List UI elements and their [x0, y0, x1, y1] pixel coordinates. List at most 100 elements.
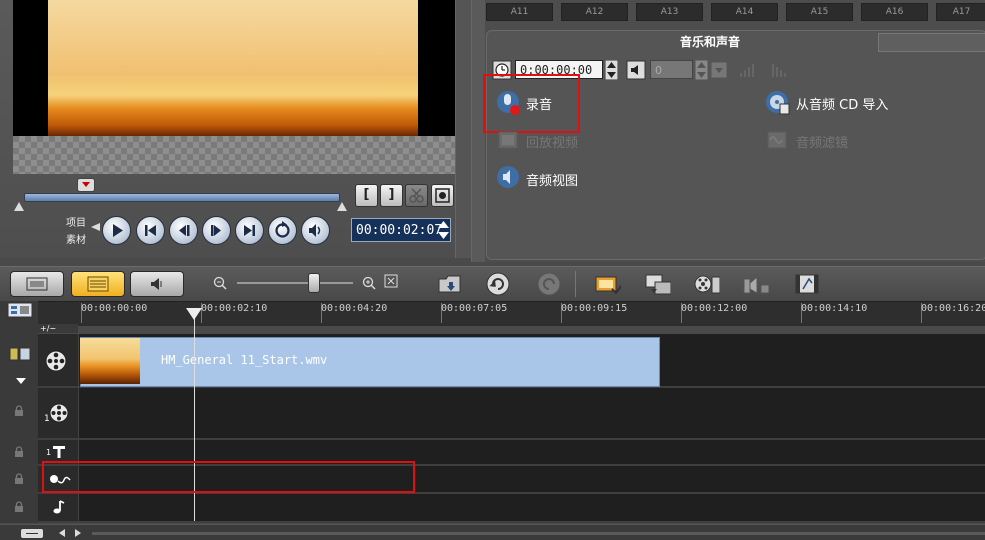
skip-end-icon	[244, 225, 255, 236]
trim-end-handle[interactable]	[337, 202, 347, 211]
panel-scrollbar[interactable]	[878, 33, 985, 52]
music-track[interactable]	[38, 494, 985, 523]
timeline-icon	[87, 276, 109, 292]
timeline-view-button[interactable]	[71, 271, 125, 297]
duration-spinner-icon[interactable]	[605, 60, 618, 80]
ruler-label: 00:00:12:00	[681, 303, 748, 314]
scroll-right-icon[interactable]	[73, 528, 83, 538]
zoom-in-icon[interactable]	[362, 276, 376, 290]
music-lock-icon[interactable]	[13, 501, 25, 513]
go-to-end-button[interactable]	[235, 216, 264, 245]
timecode-spinner-icon[interactable]	[437, 219, 450, 241]
batch-convert-icon[interactable]	[643, 271, 671, 297]
step-back-icon	[179, 225, 190, 236]
volume-spinner-icon[interactable]	[695, 60, 708, 80]
playback-video-button: 回放视频	[526, 136, 579, 151]
storyboard-icon	[26, 277, 48, 291]
play-icon	[113, 224, 123, 237]
overlay-lock-icon[interactable]	[13, 405, 25, 417]
storyboard-view-button[interactable]	[10, 271, 64, 297]
mark-out-button[interactable]: ]	[380, 184, 403, 207]
snapshot-icon[interactable]	[431, 184, 454, 207]
track-tab[interactable]: A14	[711, 3, 778, 21]
scroll-left-icon[interactable]	[57, 528, 67, 538]
ruler-label: 00:00:07:05	[441, 303, 508, 314]
highlight-box	[483, 74, 580, 133]
preview-frame	[48, 0, 418, 136]
volume-button[interactable]	[301, 216, 330, 245]
speaker-view-icon	[151, 278, 162, 290]
mix-tracks-icon[interactable]	[692, 271, 720, 297]
ruler-label: 00:00:16:20	[921, 303, 985, 314]
zoom-slider-handle[interactable]	[308, 273, 320, 293]
scrubber-handle[interactable]	[77, 178, 95, 192]
smart-proxy-icon[interactable]	[593, 271, 621, 297]
next-frame-button[interactable]	[202, 216, 231, 245]
expand-arrow-icon[interactable]	[15, 376, 27, 386]
scrollbar-track[interactable]	[92, 532, 985, 535]
track-manager-icon[interactable]	[7, 302, 33, 318]
highlight-box	[42, 461, 415, 493]
mark-in-button[interactable]: [	[355, 184, 378, 207]
zoom-slider-track[interactable]	[237, 282, 353, 284]
panel-title: 音乐和声音	[679, 35, 740, 49]
fade-in-icon[interactable]	[738, 62, 760, 78]
voice-lock-icon[interactable]	[13, 473, 25, 485]
track-tab[interactable]: A17	[936, 3, 985, 21]
repeat-icon	[275, 221, 290, 238]
audio-filter-icon	[767, 131, 787, 149]
ruler-label: 00:00:14:10	[801, 303, 868, 314]
ruler-label: 00:00:04:20	[321, 303, 388, 314]
track-tab[interactable]: A15	[786, 3, 853, 21]
ruler-label: 00:00:00:00	[81, 303, 148, 314]
previous-frame-button[interactable]	[169, 216, 198, 245]
redo-icon[interactable]	[535, 271, 563, 297]
clip-thumbnail	[80, 338, 140, 384]
skip-start-icon	[145, 225, 156, 236]
ripple-edit-icon[interactable]	[9, 346, 31, 362]
audio-mixer-icon[interactable]	[741, 271, 769, 297]
mode-project-label[interactable]: 项目	[66, 214, 86, 229]
title-track-index: 1	[46, 448, 52, 457]
mode-clip-label[interactable]: 素材	[66, 231, 86, 246]
zoom-out-icon[interactable]	[213, 276, 227, 290]
speaker-icon	[309, 224, 321, 237]
track-tab[interactable]: A13	[636, 3, 703, 21]
clip-volume-input[interactable]: 0	[650, 60, 693, 79]
preview-transparent-area	[13, 136, 455, 174]
track-tab[interactable]: A12	[561, 3, 628, 21]
insert-media-icon[interactable]	[436, 271, 464, 297]
preview-timecode[interactable]: 00:00:02:07	[351, 218, 451, 242]
trim-start-handle[interactable]	[14, 202, 24, 211]
audio-view-toggle-button[interactable]	[130, 271, 184, 297]
track-tab[interactable]: A11	[486, 3, 553, 21]
go-to-start-button[interactable]	[136, 216, 165, 245]
fit-project-icon[interactable]	[20, 528, 44, 539]
video-track-icon	[45, 350, 67, 372]
track-tab[interactable]: A16	[861, 3, 928, 21]
clip-name: HM_General 11_Start.wmv	[161, 353, 328, 367]
volume-icon	[626, 60, 646, 80]
toolbar-divider	[575, 271, 576, 297]
repeat-button[interactable]	[268, 216, 297, 245]
preview-divider[interactable]	[455, 0, 471, 258]
ruler-label: 00:00:09:15	[561, 303, 628, 314]
film-strip-icon[interactable]	[793, 271, 821, 297]
fit-to-window-icon[interactable]	[384, 274, 398, 288]
audio-view-icon[interactable]	[495, 164, 521, 190]
play-button[interactable]	[102, 216, 131, 245]
fade-out-icon[interactable]	[770, 62, 792, 78]
audio-view-button[interactable]: 音频视图	[526, 170, 578, 189]
scissors-icon[interactable]	[405, 184, 428, 207]
undo-icon[interactable]	[484, 271, 512, 297]
cd-import-icon[interactable]	[764, 89, 792, 117]
playhead-handle[interactable]	[186, 308, 202, 320]
import-from-cd-button[interactable]: 从音频 CD 导入	[796, 94, 888, 113]
scrub-bar[interactable]	[24, 193, 340, 202]
overlay-track[interactable]	[38, 388, 985, 440]
title-track-icon	[53, 446, 65, 458]
audio-filter-button: 音频滤镜	[796, 136, 849, 151]
volume-dropdown-icon[interactable]	[711, 62, 727, 78]
title-lock-icon[interactable]	[13, 446, 25, 458]
add-track-button[interactable]: +/−	[38, 324, 78, 333]
